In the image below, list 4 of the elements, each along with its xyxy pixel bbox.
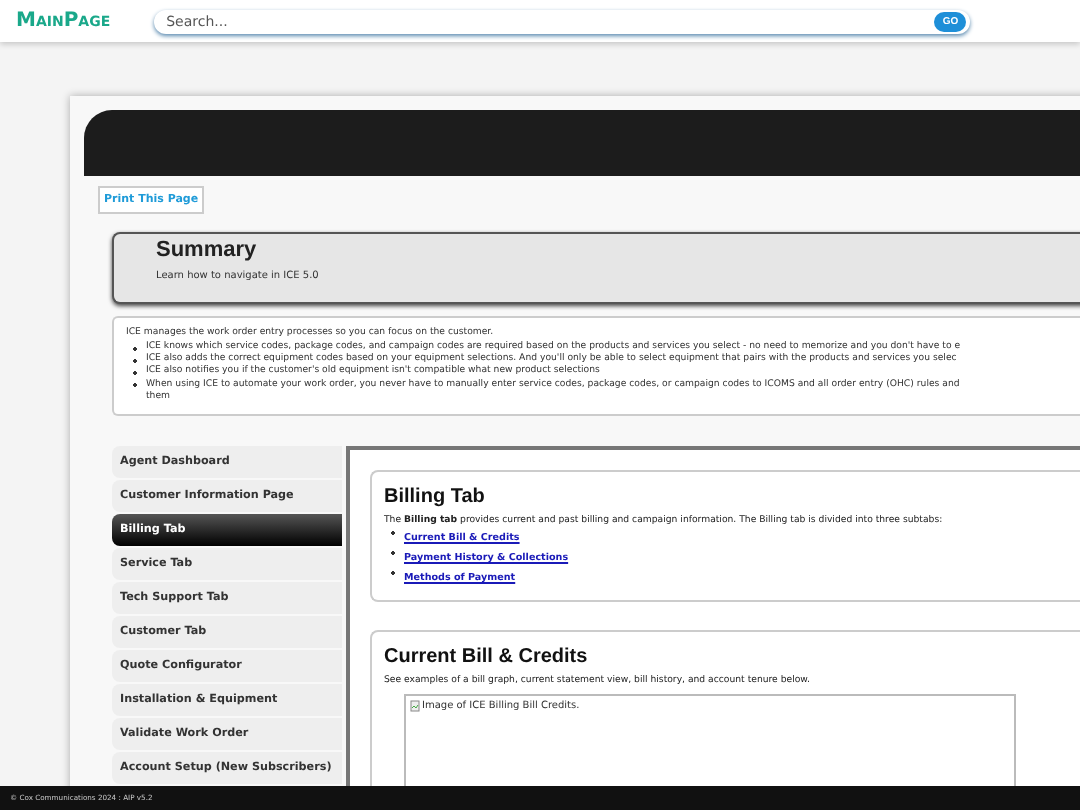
broken-image-icon bbox=[410, 699, 420, 712]
section-title: Billing Tab bbox=[384, 486, 487, 509]
section-title: Current Bill & Credits bbox=[384, 645, 590, 668]
summary-title: Summary bbox=[156, 238, 259, 262]
